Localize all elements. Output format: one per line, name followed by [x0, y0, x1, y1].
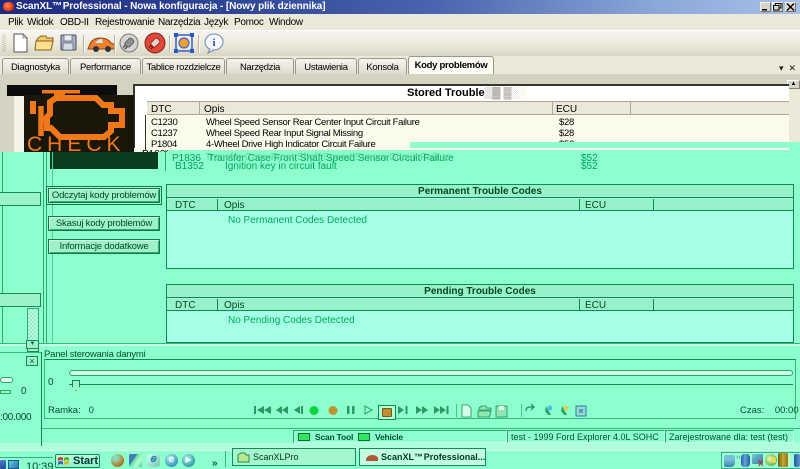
- svg-text:i: i: [212, 37, 215, 49]
